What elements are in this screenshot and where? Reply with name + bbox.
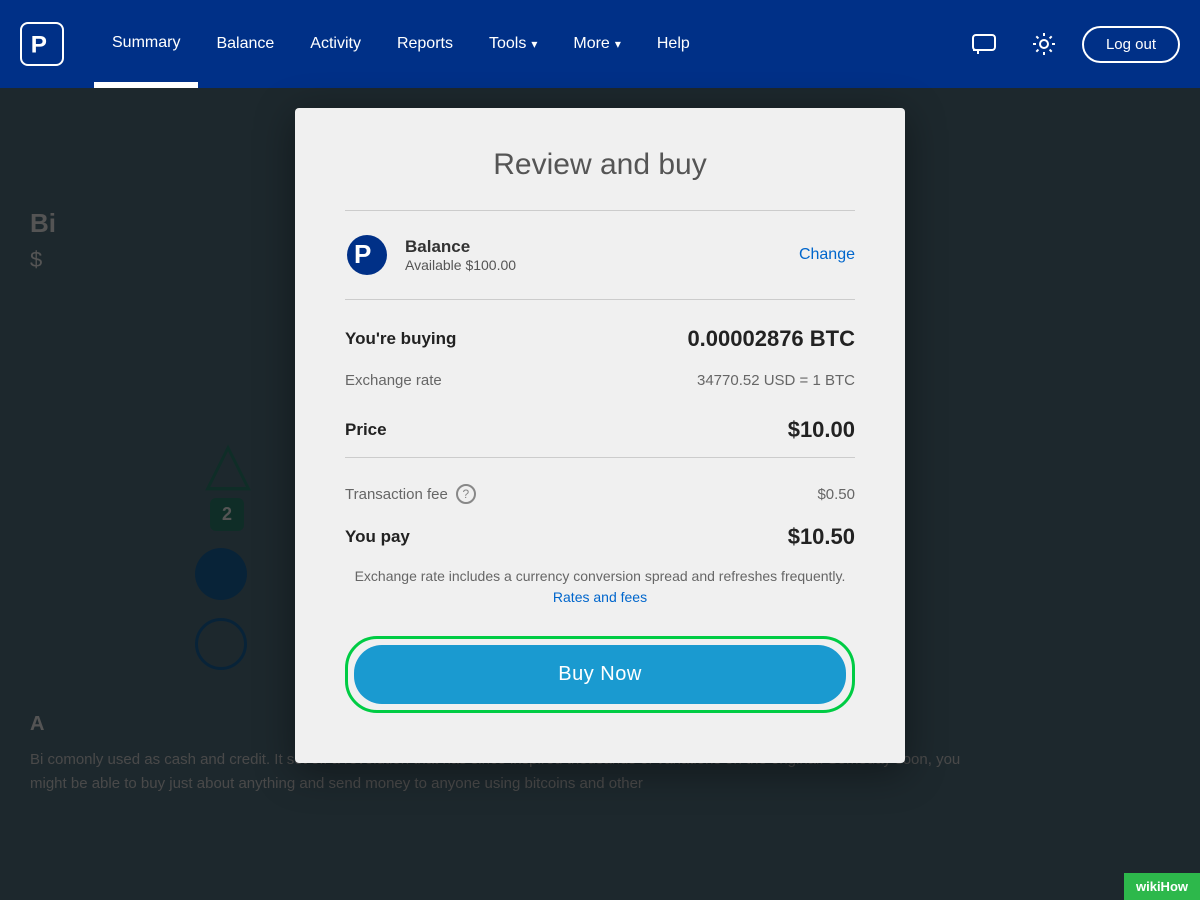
tools-chevron-icon: ▾ bbox=[531, 37, 537, 51]
nav-balance[interactable]: Balance bbox=[198, 0, 292, 88]
price-divider bbox=[345, 457, 855, 458]
buying-row: You're buying 0.00002876 BTC bbox=[345, 316, 855, 362]
you-pay-value: $10.50 bbox=[788, 524, 855, 550]
transaction-fee-value: $0.50 bbox=[817, 486, 855, 503]
price-label: Price bbox=[345, 420, 387, 440]
modal: Review and buy P Balance Available $100.… bbox=[295, 108, 905, 763]
exchange-rate-value: 34770.52 USD = 1 BTC bbox=[697, 372, 855, 389]
transaction-fee-help-icon[interactable]: ? bbox=[456, 484, 476, 504]
svg-text:P: P bbox=[354, 239, 371, 269]
payment-method-row: P Balance Available $100.00 Change bbox=[345, 233, 855, 277]
nav-tools[interactable]: Tools ▾ bbox=[471, 0, 555, 88]
settings-icon[interactable] bbox=[1022, 22, 1066, 66]
transaction-fee-label: Transaction fee ? bbox=[345, 484, 476, 504]
modal-overlay: Review and buy P Balance Available $100.… bbox=[0, 88, 1200, 900]
price-value: $10.00 bbox=[788, 417, 855, 443]
exchange-rate-row: Exchange rate 34770.52 USD = 1 BTC bbox=[345, 362, 855, 399]
nav-activity[interactable]: Activity bbox=[292, 0, 379, 88]
modal-title: Review and buy bbox=[345, 148, 855, 182]
transaction-fee-row: Transaction fee ? $0.50 bbox=[345, 474, 855, 514]
navbar: P Summary Balance Activity Reports Tools… bbox=[0, 0, 1200, 88]
price-row: Price $10.00 bbox=[345, 407, 855, 453]
rates-fees-link[interactable]: Rates and fees bbox=[553, 589, 647, 605]
payment-info: Balance Available $100.00 bbox=[405, 237, 799, 273]
buying-label: You're buying bbox=[345, 329, 456, 349]
payment-available: Available $100.00 bbox=[405, 257, 799, 273]
payment-divider bbox=[345, 299, 855, 300]
svg-text:P: P bbox=[31, 31, 47, 58]
nav-right: Log out bbox=[962, 22, 1180, 66]
exchange-note: Exchange rate includes a currency conver… bbox=[345, 566, 855, 608]
wikihow-badge: wikiHow bbox=[1124, 873, 1200, 900]
more-chevron-icon: ▾ bbox=[615, 37, 621, 51]
payment-name: Balance bbox=[405, 237, 799, 257]
you-pay-row: You pay $10.50 bbox=[345, 514, 855, 560]
nav-reports[interactable]: Reports bbox=[379, 0, 471, 88]
logout-button[interactable]: Log out bbox=[1082, 26, 1180, 63]
paypal-payment-icon: P bbox=[345, 233, 389, 277]
modal-top-divider bbox=[345, 210, 855, 211]
paypal-logo: P bbox=[20, 22, 64, 66]
buy-now-button[interactable]: Buy Now bbox=[354, 645, 846, 704]
change-payment-link[interactable]: Change bbox=[799, 246, 855, 264]
you-pay-label: You pay bbox=[345, 527, 410, 547]
message-icon[interactable] bbox=[962, 22, 1006, 66]
nav-summary[interactable]: Summary bbox=[94, 0, 198, 88]
nav-help[interactable]: Help bbox=[639, 0, 708, 88]
buying-value: 0.00002876 BTC bbox=[687, 326, 855, 352]
nav-links: Summary Balance Activity Reports Tools ▾… bbox=[94, 0, 962, 88]
buy-now-wrapper: Buy Now bbox=[345, 636, 855, 713]
exchange-rate-label: Exchange rate bbox=[345, 372, 442, 389]
nav-more[interactable]: More ▾ bbox=[555, 0, 638, 88]
